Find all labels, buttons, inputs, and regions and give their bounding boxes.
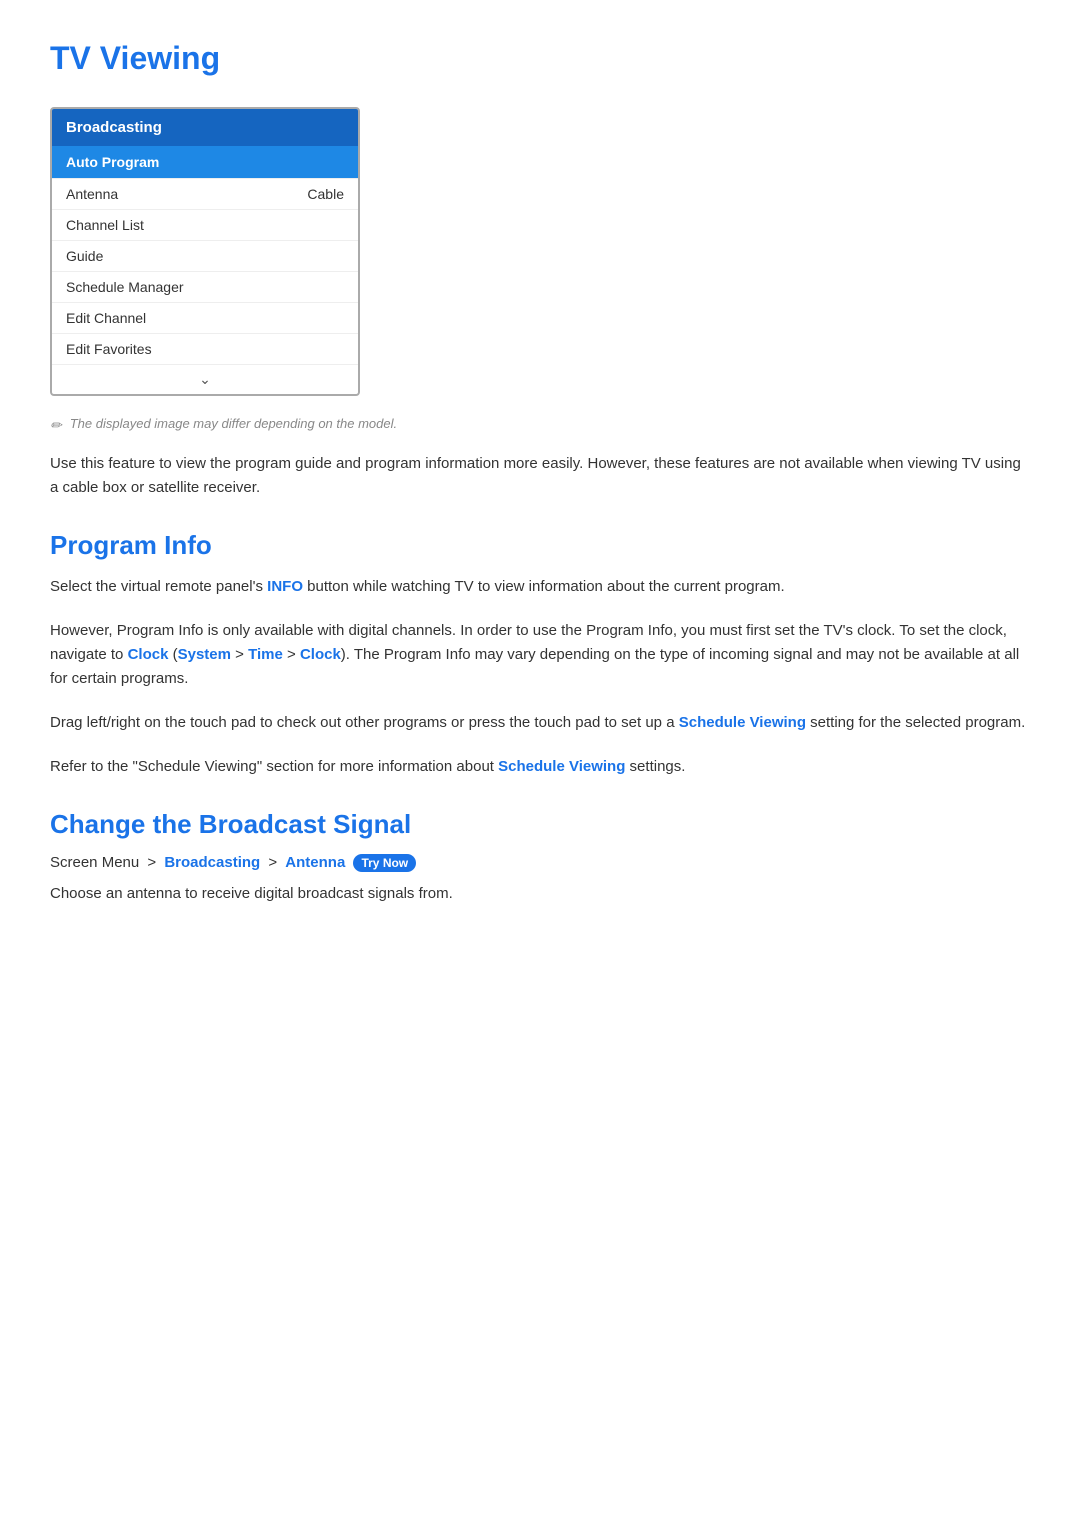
breadcrumb-prefix: Screen Menu (50, 854, 139, 871)
ui-item-label: Schedule Manager (66, 279, 184, 295)
section-title-broadcast-signal: Change the Broadcast Signal (50, 809, 1030, 840)
page-title: TV Viewing (50, 40, 1030, 77)
ui-item-label: Edit Favorites (66, 341, 152, 357)
program-info-para3: Drag left/right on the touch pad to chec… (50, 711, 1030, 735)
try-now-badge[interactable]: Try Now (353, 854, 416, 872)
info-link[interactable]: INFO (267, 578, 303, 595)
ui-item-label: Guide (66, 248, 103, 264)
schedule-viewing-link-2[interactable]: Schedule Viewing (498, 758, 625, 775)
ui-mockup-item-edit-channel: Edit Channel (52, 302, 358, 333)
clock-link[interactable]: Clock (128, 646, 169, 663)
ui-item-label: Edit Channel (66, 310, 146, 326)
program-info-para4: Refer to the "Schedule Viewing" section … (50, 755, 1030, 779)
separator-2: > (268, 854, 281, 871)
ui-mockup-item-schedule-manager: Schedule Manager (52, 271, 358, 302)
separator-1: > (147, 854, 160, 871)
breadcrumb: Screen Menu > Broadcasting > Antenna Try… (50, 854, 1030, 872)
system-link[interactable]: System (178, 646, 231, 663)
ui-item-value: Cable (307, 186, 344, 202)
section-title-program-info: Program Info (50, 530, 1030, 561)
schedule-viewing-link-1[interactable]: Schedule Viewing (679, 714, 806, 731)
ui-mockup-header: Broadcasting (52, 109, 358, 146)
antenna-link[interactable]: Antenna (285, 854, 345, 871)
note-text: The displayed image may differ depending… (70, 416, 397, 431)
ui-mockup-item-guide: Guide (52, 240, 358, 271)
ui-mockup: Broadcasting Auto Program Antenna Cable … (50, 107, 360, 396)
program-info-para2: However, Program Info is only available … (50, 619, 1030, 691)
broadcasting-link[interactable]: Broadcasting (164, 854, 260, 871)
ui-mockup-item-antenna: Antenna Cable (52, 178, 358, 209)
ui-mockup-item-channel-list: Channel List (52, 209, 358, 240)
intro-paragraph: Use this feature to view the program gui… (50, 452, 1030, 500)
ui-mockup-chevron: ⌄ (52, 364, 358, 394)
ui-mockup-auto-program: Auto Program (52, 146, 358, 178)
program-info-para1: Select the virtual remote panel's INFO b… (50, 575, 1030, 599)
ui-item-label: Channel List (66, 217, 144, 233)
ui-item-label: Antenna (66, 186, 118, 202)
pencil-icon: ✏ (50, 417, 62, 434)
ui-mockup-item-edit-favorites: Edit Favorites (52, 333, 358, 364)
clock-end-link[interactable]: Clock (300, 646, 341, 663)
broadcast-signal-body: Choose an antenna to receive digital bro… (50, 882, 1030, 906)
time-link[interactable]: Time (248, 646, 283, 663)
note-row: ✏ The displayed image may differ dependi… (50, 416, 1030, 434)
